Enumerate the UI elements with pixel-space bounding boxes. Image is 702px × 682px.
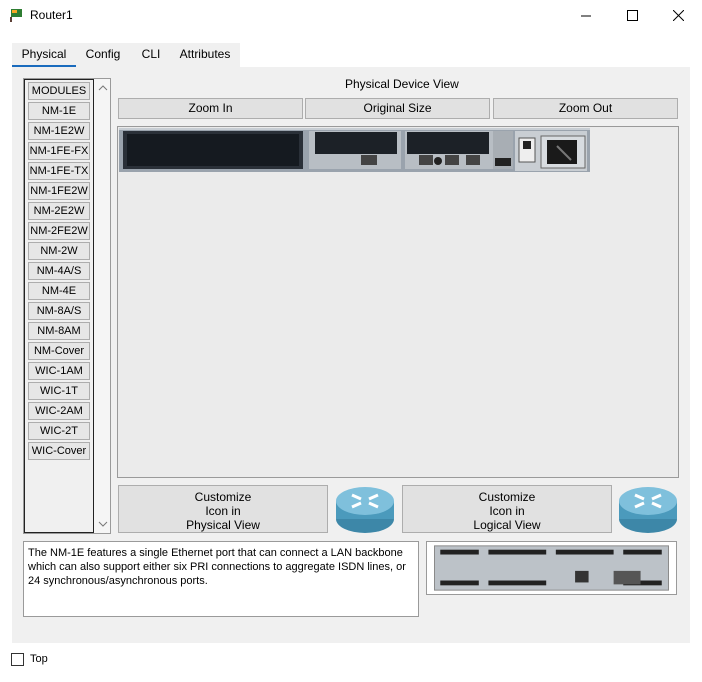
close-button[interactable] xyxy=(655,0,701,31)
minimize-button[interactable] xyxy=(563,0,609,31)
module-item[interactable]: NM-2E2W xyxy=(28,202,90,220)
tab-bar: Physical Config CLI Attributes xyxy=(12,43,240,67)
module-item[interactable]: NM-1FE-FX xyxy=(28,142,90,160)
module-item[interactable]: NM-1E xyxy=(28,102,90,120)
modules-list-inner: MODULES NM-1E NM-1E2W NM-1FE-FX NM-1FE-TX NM-… xyxy=(24,79,94,533)
module-item[interactable]: NM-1FE-TX xyxy=(28,162,90,180)
module-image xyxy=(426,541,677,595)
physical-device-view[interactable] xyxy=(117,126,679,478)
customize-logical-icon-button[interactable]: Customize Icon in Logical View xyxy=(402,485,612,533)
title-bar: Router1 xyxy=(0,0,702,31)
tab-cli[interactable]: CLI xyxy=(132,43,170,67)
router-chassis-image xyxy=(119,128,590,172)
tab-attributes[interactable]: Attributes xyxy=(174,43,236,67)
app-router-icon xyxy=(9,7,25,23)
customize-logical-line-3: Logical View xyxy=(473,518,541,532)
physical-device-view-label: Physical Device View xyxy=(345,77,459,91)
module-item[interactable]: NM-4A/S xyxy=(28,262,90,280)
module-item[interactable]: NM-2FE2W xyxy=(28,222,90,240)
module-item[interactable]: WIC-2AM xyxy=(28,402,90,420)
maximize-button[interactable] xyxy=(609,0,655,31)
customize-logical-line-2: Icon in xyxy=(489,504,525,518)
customize-logical-line-1: Customize xyxy=(478,490,536,504)
module-item[interactable]: NM-8AM xyxy=(28,322,90,340)
maximize-icon xyxy=(626,10,638,21)
zoom-out-button[interactable]: Zoom Out xyxy=(493,98,678,119)
modules-list[interactable]: MODULES NM-1E NM-1E2W NM-1FE-FX NM-1FE-TX NM-… xyxy=(23,78,111,534)
tab-config[interactable]: Config xyxy=(78,43,128,67)
customize-physical-line-2: Icon in xyxy=(205,504,241,518)
router-icon xyxy=(336,487,394,533)
router-icon xyxy=(619,487,677,533)
module-item[interactable]: NM-1FE2W xyxy=(28,182,90,200)
module-item[interactable]: NM-4E xyxy=(28,282,90,300)
minimize-icon xyxy=(581,15,591,16)
customize-physical-line-1: Customize xyxy=(194,490,252,504)
module-item[interactable]: WIC-2T xyxy=(28,422,90,440)
close-icon xyxy=(672,10,684,21)
chevron-up-icon xyxy=(98,85,108,91)
scroll-up-button[interactable] xyxy=(96,81,110,95)
zoom-in-button[interactable]: Zoom In xyxy=(118,98,303,119)
top-checkbox-label: Top xyxy=(30,653,48,665)
module-item[interactable]: NM-1E2W xyxy=(28,122,90,140)
customize-physical-icon-button[interactable]: Customize Icon in Physical View xyxy=(118,485,328,533)
module-item[interactable]: WIC-1T xyxy=(28,382,90,400)
module-item[interactable]: WIC-1AM xyxy=(28,362,90,380)
scroll-down-button[interactable] xyxy=(96,517,110,531)
module-item[interactable]: NM-Cover xyxy=(28,342,90,360)
module-item[interactable]: WIC-Cover xyxy=(28,442,90,460)
module-description: The NM-1E features a single Ethernet por… xyxy=(23,541,419,617)
module-item[interactable]: NM-2W xyxy=(28,242,90,260)
modules-header[interactable]: MODULES xyxy=(28,82,90,100)
customize-physical-line-3: Physical View xyxy=(186,518,260,532)
original-size-button[interactable]: Original Size xyxy=(305,98,490,119)
tab-physical[interactable]: Physical xyxy=(12,43,76,67)
module-item[interactable]: NM-8A/S xyxy=(28,302,90,320)
top-checkbox[interactable] xyxy=(11,653,24,666)
chevron-down-icon xyxy=(98,521,108,527)
window-title: Router1 xyxy=(30,8,73,22)
